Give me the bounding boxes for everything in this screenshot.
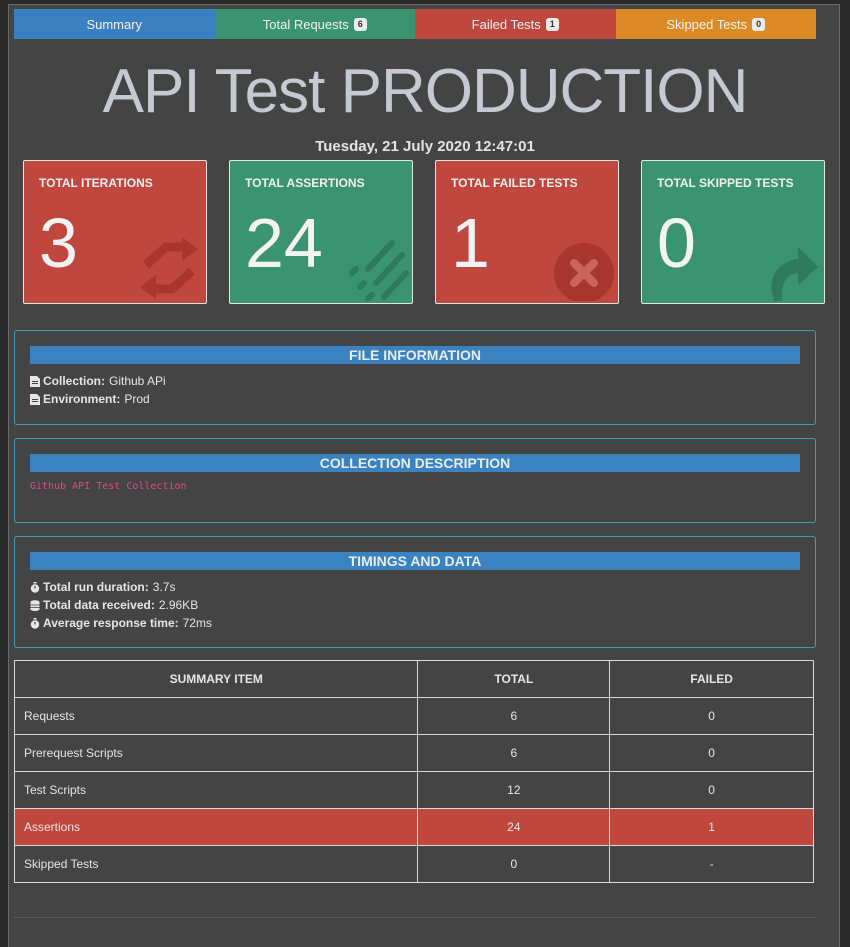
- tab-failed-tests[interactable]: Failed Tests 1: [415, 9, 616, 39]
- divider: [14, 917, 816, 918]
- panel-heading: FILE INFORMATION: [30, 346, 800, 364]
- total-cell: 0: [417, 845, 611, 883]
- stopwatch-icon: [30, 617, 40, 629]
- tab-label: Summary: [86, 16, 143, 32]
- summary-item-cell: Prerequest Scripts: [13, 734, 419, 772]
- summary-item-cell: Skipped Tests: [13, 845, 419, 883]
- panel-heading: TIMINGS AND DATA: [30, 552, 800, 570]
- stopwatch-icon: [30, 581, 40, 593]
- count-badge: 1: [545, 17, 559, 31]
- table-row-failed: Assertions 24 1: [13, 808, 814, 846]
- card-total-assertions: TOTAL ASSERTIONS 24: [229, 160, 413, 304]
- tab-label: Failed Tests: [471, 16, 541, 32]
- environment-value: Prod: [124, 392, 150, 406]
- tab-total-requests[interactable]: Total Requests 6: [214, 9, 415, 39]
- file-icon: [30, 393, 40, 405]
- table-header-row: SUMMARY ITEM TOTAL FAILED: [13, 660, 814, 698]
- collection-label: Collection:: [43, 374, 105, 388]
- card-label: TOTAL ITERATIONS: [39, 176, 153, 190]
- column-header: TOTAL: [417, 660, 611, 698]
- failed-cell: 0: [609, 697, 814, 735]
- failed-cell: 1: [609, 808, 814, 846]
- failed-cell: -: [609, 845, 814, 883]
- nav-tabs: Summary Total Requests 6 Failed Tests 1 …: [14, 9, 816, 39]
- card-value: 24: [245, 204, 323, 282]
- file-information-panel: FILE INFORMATION Collection: Github APi …: [14, 330, 816, 425]
- data-received-value: 2.96KB: [158, 598, 199, 612]
- total-cell: 6: [417, 697, 611, 735]
- table-row: Requests 6 0: [13, 697, 814, 735]
- run-duration-value: 3.7s: [152, 580, 176, 594]
- table-row: Skipped Tests 0 -: [13, 845, 814, 883]
- collection-line: Collection: Github APi: [30, 372, 815, 390]
- summary-item-cell: Test Scripts: [13, 771, 419, 809]
- count-badge: 6: [353, 17, 367, 31]
- summary-item-cell: Assertions: [13, 808, 419, 846]
- tab-summary[interactable]: Summary: [14, 9, 215, 39]
- tab-label: Skipped Tests: [666, 16, 748, 32]
- collection-value: Github APi: [109, 374, 166, 388]
- column-header: FAILED: [609, 660, 814, 698]
- avg-response-label: Average response time:: [43, 616, 179, 630]
- environment-label: Environment:: [43, 392, 121, 406]
- tab-skipped-tests[interactable]: Skipped Tests 0: [615, 9, 816, 39]
- card-label: TOTAL FAILED TESTS: [451, 176, 578, 190]
- column-header: SUMMARY ITEM: [13, 660, 419, 698]
- panel-heading: COLLECTION DESCRIPTION: [30, 454, 800, 472]
- run-duration-line: Total run duration: 3.7s: [30, 578, 815, 596]
- total-cell: 24: [417, 808, 611, 846]
- avg-response-value: 72ms: [182, 616, 212, 630]
- failed-cell: 0: [609, 771, 814, 809]
- times-circle-icon: [554, 243, 614, 301]
- timings-panel: TIMINGS AND DATA Total run duration: 3.7…: [14, 536, 816, 648]
- card-total-skipped-tests: TOTAL SKIPPED TESTS 0: [641, 160, 825, 304]
- count-badge: 0: [752, 17, 766, 31]
- card-value: 0: [657, 204, 696, 282]
- share-arrow-icon: [771, 247, 818, 301]
- failed-cell: 0: [609, 734, 814, 772]
- card-value: 1: [451, 204, 490, 282]
- table-row: Prerequest Scripts 6 0: [13, 734, 814, 772]
- card-value: 3: [39, 204, 78, 282]
- sync-icon: [140, 237, 198, 299]
- card-total-iterations: TOTAL ITERATIONS 3: [23, 160, 207, 304]
- card-label: TOTAL ASSERTIONS: [245, 176, 365, 190]
- list-check-icon: [349, 240, 409, 301]
- collection-description-text: Github API Test Collection: [30, 481, 187, 492]
- report-date: Tuesday, 21 July 2020 12:47:01: [315, 138, 535, 155]
- data-received-label: Total data received:: [43, 598, 155, 612]
- file-icon: [30, 375, 40, 387]
- page-title: API Test PRODUCTION: [102, 57, 749, 126]
- tab-label: Total Requests: [262, 16, 349, 32]
- summary-table: SUMMARY ITEM TOTAL FAILED Requests 6 0 P…: [13, 660, 814, 883]
- avg-response-line: Average response time: 72ms: [30, 614, 815, 632]
- card-label: TOTAL SKIPPED TESTS: [657, 176, 794, 190]
- environment-line: Environment: Prod: [30, 390, 815, 408]
- summary-item-cell: Requests: [13, 697, 419, 735]
- collection-description-panel: COLLECTION DESCRIPTION Github API Test C…: [14, 438, 816, 523]
- database-icon: [30, 599, 40, 611]
- total-cell: 12: [417, 771, 611, 809]
- run-duration-label: Total run duration:: [43, 580, 149, 594]
- total-cell: 6: [417, 734, 611, 772]
- card-total-failed-tests: TOTAL FAILED TESTS 1: [435, 160, 619, 304]
- data-received-line: Total data received: 2.96KB: [30, 596, 815, 614]
- table-row: Test Scripts 12 0: [13, 771, 814, 809]
